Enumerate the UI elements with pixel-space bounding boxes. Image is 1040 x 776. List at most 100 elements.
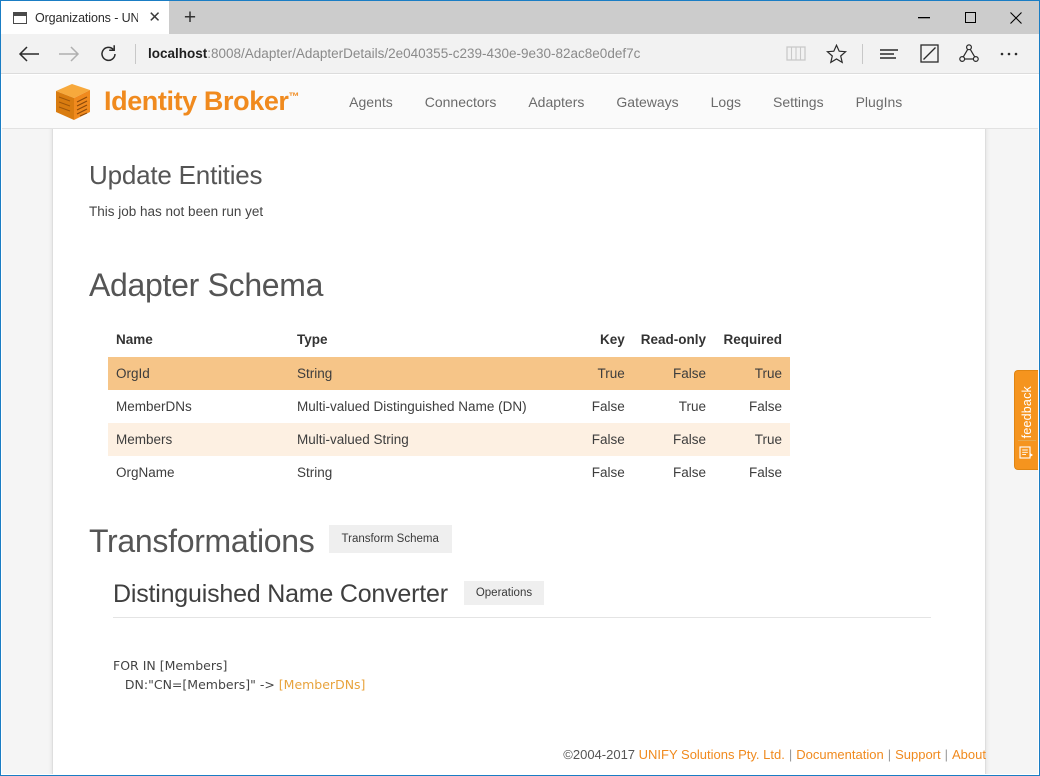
table-row[interactable]: OrgName String False False False [108, 456, 790, 489]
footer-separator: | [944, 747, 949, 762]
cell-name: OrgName [116, 465, 175, 480]
maximize-button[interactable] [947, 1, 993, 34]
hub-button[interactable] [869, 36, 909, 72]
code-attribute-reference: [MemberDNs] [278, 677, 366, 693]
window-controls [901, 1, 1039, 34]
cell-name: MemberDNs [116, 399, 192, 414]
nav-item-settings[interactable]: Settings [757, 86, 840, 118]
content-card: This job has not been run yet Update Ent… [52, 129, 986, 774]
transform-schema-button[interactable]: Transform Schema [328, 525, 452, 553]
cell-key: False [591, 399, 625, 414]
nav-item-adapters[interactable]: Adapters [512, 86, 600, 118]
update-entities-heading: Update Entities [89, 160, 263, 190]
page-body: This job has not been run yet Update Ent… [2, 129, 1038, 774]
nav-item-connectors[interactable]: Connectors [409, 86, 513, 118]
back-arrow-icon [18, 45, 39, 62]
feedback-note-icon [1019, 446, 1033, 459]
cell-name: OrgId [116, 366, 150, 381]
table-row[interactable]: OrgId String True False True [108, 357, 790, 390]
cell-name: Members [116, 432, 173, 447]
nav-item-gateways[interactable]: Gateways [600, 86, 694, 118]
back-button[interactable] [9, 36, 49, 72]
nav-item-plugins[interactable]: PlugIns [840, 86, 919, 118]
cell-required: True [754, 366, 782, 381]
favorites-button[interactable] [816, 36, 856, 72]
column-header-key: Key [599, 332, 625, 347]
cell-key: False [591, 432, 625, 447]
nav-item-logs[interactable]: Logs [695, 86, 757, 118]
navbar-divider [862, 43, 863, 64]
cell-required: False [748, 465, 782, 480]
cell-type: Multi-valued String [296, 432, 409, 447]
page-icon [13, 11, 27, 24]
footer-separator: | [788, 747, 793, 762]
url-path: :8008/Adapter/AdapterDetails/2e040355-c2… [207, 46, 641, 61]
share-icon [959, 44, 979, 63]
browser-navbar: localhost:8008/Adapter/AdapterDetails/2e… [1, 34, 1039, 74]
transformations-heading: Transformations [89, 523, 315, 559]
cell-type: Multi-valued Distinguished Name (DN) [296, 399, 527, 414]
navbar-actions [776, 36, 1029, 72]
table-header: Name Type Key Read-only Required [108, 326, 790, 357]
share-button[interactable] [949, 36, 989, 72]
tab-title: Organizations - UNIFY Id [35, 10, 139, 25]
site-header: Identity Broker™ Agents Connectors Adapt… [2, 75, 1038, 129]
reading-view-button[interactable] [776, 36, 816, 72]
minimize-icon [918, 16, 930, 18]
close-tab-icon[interactable]: ✕ [146, 10, 163, 25]
column-header-type: Type [296, 332, 328, 347]
feedback-divider [1017, 440, 1036, 442]
footer-link-support[interactable]: Support [895, 747, 941, 762]
forward-button[interactable] [49, 36, 89, 72]
operations-button[interactable]: Operations [463, 581, 545, 605]
cell-type: String [296, 465, 333, 480]
refresh-icon [101, 44, 116, 61]
close-window-button[interactable] [993, 1, 1039, 34]
new-tab-button[interactable]: + [169, 1, 211, 34]
url-input[interactable]: localhost:8008/Adapter/AdapterDetails/2e… [144, 36, 776, 72]
brand-name: Identity Broker™ [104, 86, 300, 116]
cell-readonly: False [672, 432, 706, 447]
cell-readonly: False [672, 465, 706, 480]
feedback-tab[interactable]: feedback [1014, 370, 1038, 471]
footer-link-documentation[interactable]: Documentation [796, 747, 883, 762]
maximize-icon [964, 12, 976, 23]
adapter-schema-heading: Adapter Schema [89, 267, 324, 303]
transformation-title: Distinguished Name Converter [113, 580, 448, 608]
more-button[interactable] [989, 36, 1029, 72]
identity-broker-cube-logo [56, 83, 90, 120]
column-header-required: Required [723, 332, 782, 347]
transformation-code: FOR IN [Members] DN:"CN=[Members]" -> [M… [113, 656, 949, 695]
star-icon [825, 43, 847, 64]
browser-tab-active[interactable]: Organizations - UNIFY Id ✕ [1, 1, 169, 34]
web-note-button[interactable] [909, 36, 949, 72]
code-line-2-prefix: DN:"CN=[Members]" -> [113, 677, 279, 693]
table-body: OrgId String True False True MemberDNs M… [108, 357, 790, 489]
footer-company-link[interactable]: UNIFY Solutions Pty. Ltd. [639, 747, 785, 762]
cell-readonly: False [672, 366, 706, 381]
site-footer: ©2004-2017 UNIFY Solutions Pty. Ltd. | Doc… [563, 747, 986, 762]
url-divider [135, 43, 136, 64]
code-line-1: FOR IN [Members] [113, 658, 228, 673]
table-row[interactable]: Members Multi-valued String False False … [108, 423, 790, 456]
page-viewport: Identity Broker™ Agents Connectors Adapt… [2, 75, 1038, 774]
hub-lines-icon [880, 48, 898, 59]
brand[interactable]: Identity Broker™ [52, 81, 300, 123]
forward-arrow-icon [59, 45, 80, 62]
transformations-header: Transformations Transform Schema [89, 525, 949, 557]
cell-key: False [591, 465, 625, 480]
table-row[interactable]: MemberDNs Multi-valued Distinguished Nam… [108, 390, 790, 423]
minimize-button[interactable] [901, 1, 947, 34]
cell-required: True [754, 432, 782, 447]
close-icon [1010, 11, 1022, 24]
nav-item-agents[interactable]: Agents [333, 86, 409, 118]
feedback-label: feedback [1019, 386, 1034, 439]
cell-key: True [597, 366, 625, 381]
footer-link-about[interactable]: About [952, 747, 986, 762]
cell-type: String [296, 366, 333, 381]
cell-required: False [748, 399, 782, 414]
refresh-button[interactable] [89, 36, 129, 72]
footer-copyright: ©2004-2017 [563, 747, 639, 762]
footer-separator: | [887, 747, 892, 762]
transformation-item-header: Distinguished Name Converter Operations [113, 581, 931, 618]
